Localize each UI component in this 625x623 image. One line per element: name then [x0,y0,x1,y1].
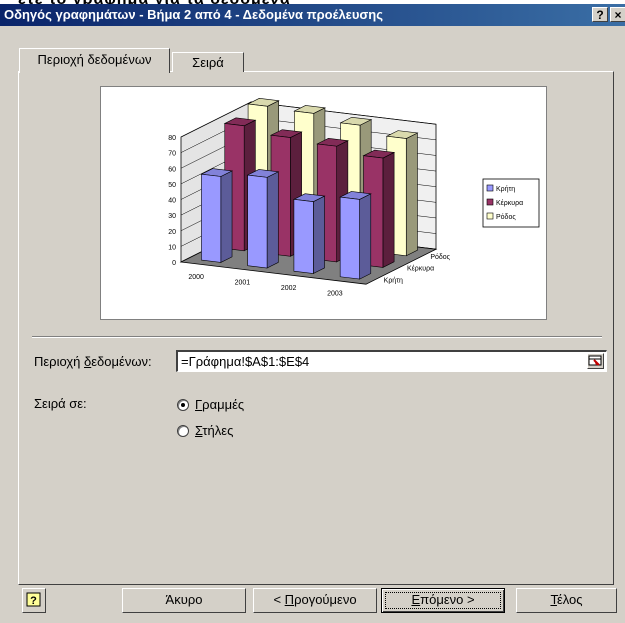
legend-label: Ρόδος [496,213,516,221]
separator [32,336,602,338]
y-tick-label: 70 [168,151,176,158]
legend-label: Κρήτη [496,186,515,193]
bar-side [359,193,372,280]
back-button[interactable]: < Προγούμενο [253,588,377,613]
bar-side [382,151,395,268]
help-title-button[interactable]: ? [592,7,608,22]
y-tick-label: 0 [172,260,176,267]
help-icon: ? [26,592,41,607]
tab-series-label: Σειρά [192,55,224,70]
bar-side [405,132,418,257]
rows-radio[interactable] [177,399,189,411]
title-bar: Οδηγός γραφημάτων - Βήμα 2 από 4 - Δεδομ… [0,4,625,26]
tab-data-range-label: Περιοχή δεδομένων [37,52,152,67]
y-tick-label: 60 [168,166,176,173]
legend-swatch [486,212,494,220]
columns-label[interactable]: Στήλες [195,423,233,438]
bar-0-3 [339,191,372,280]
data-range-input[interactable]: =Γράφημα!$A$1:$E$4 [176,350,607,372]
bar-front [201,173,222,263]
bar-front [293,198,314,274]
data-range-label: Περιοχή δεδομένων: [34,354,152,369]
x-tick-label: 2002 [281,285,297,292]
y-tick-label: 40 [168,198,176,205]
chart-preview: 0 10 20 30 40 50 60 70 80 2000 2001 2002 2003 Ρόδος Κέ… [100,86,547,320]
chart-legend: Κρήτη Κέρκυρα Ρόδος [482,178,540,228]
bar-side [266,171,279,269]
y-tick-label: 10 [168,244,176,251]
series-in-label: Σειρά σε: [34,396,87,411]
legend-label: Κέρκυρα [496,199,523,207]
bar-side [313,195,325,275]
y-tick-label: 30 [168,213,176,220]
bar-front [339,196,360,280]
bar-side [220,170,233,263]
x-tick-label: 2003 [327,290,343,297]
tab-series[interactable]: Σειρά [172,52,244,72]
collapse-dialog-button[interactable] [587,353,604,369]
columns-radio[interactable] [177,425,189,437]
y-tick-label: 50 [168,182,176,189]
bar-0-0 [200,168,234,263]
depth-axis-label: Ρόδος [430,253,450,261]
office-assistant-button[interactable]: ? [22,588,46,613]
bar-0-1 [246,169,280,269]
bar-front [247,174,268,269]
x-tick-label: 2001 [235,279,251,286]
rows-label[interactable]: Γραμμές [195,397,244,412]
y-tick-label: 80 [168,135,176,142]
range-picker-icon [588,355,602,366]
window-title: Οδηγός γραφημάτων - Βήμα 2 από 4 - Δεδομ… [4,7,384,22]
legend-swatch [486,198,494,206]
svg-text:?: ? [30,595,37,607]
data-range-value: =Γράφημα!$A$1:$E$4 [181,354,310,369]
close-button[interactable]: × [610,7,625,22]
y-tick-label: 20 [168,229,176,236]
next-button[interactable]: Επόμενο > [381,588,505,613]
cancel-button[interactable]: Άκυρο [122,588,246,613]
chart-svg: 0 10 20 30 40 50 60 70 80 2000 2001 2002 2003 Ρόδος Κέ… [168,98,540,297]
x-tick-label: 2000 [188,274,204,281]
legend-swatch [486,184,494,192]
depth-axis-label: Κρήτη [384,277,403,284]
depth-axis-label: Κέρκυρα [407,265,434,273]
radio-selected-dot [181,403,185,407]
tab-data-range[interactable]: Περιοχή δεδομένων [19,48,170,73]
bar-0-2 [292,193,326,275]
finish-button[interactable]: Τέλος [516,588,617,613]
focus-rect [382,589,504,612]
